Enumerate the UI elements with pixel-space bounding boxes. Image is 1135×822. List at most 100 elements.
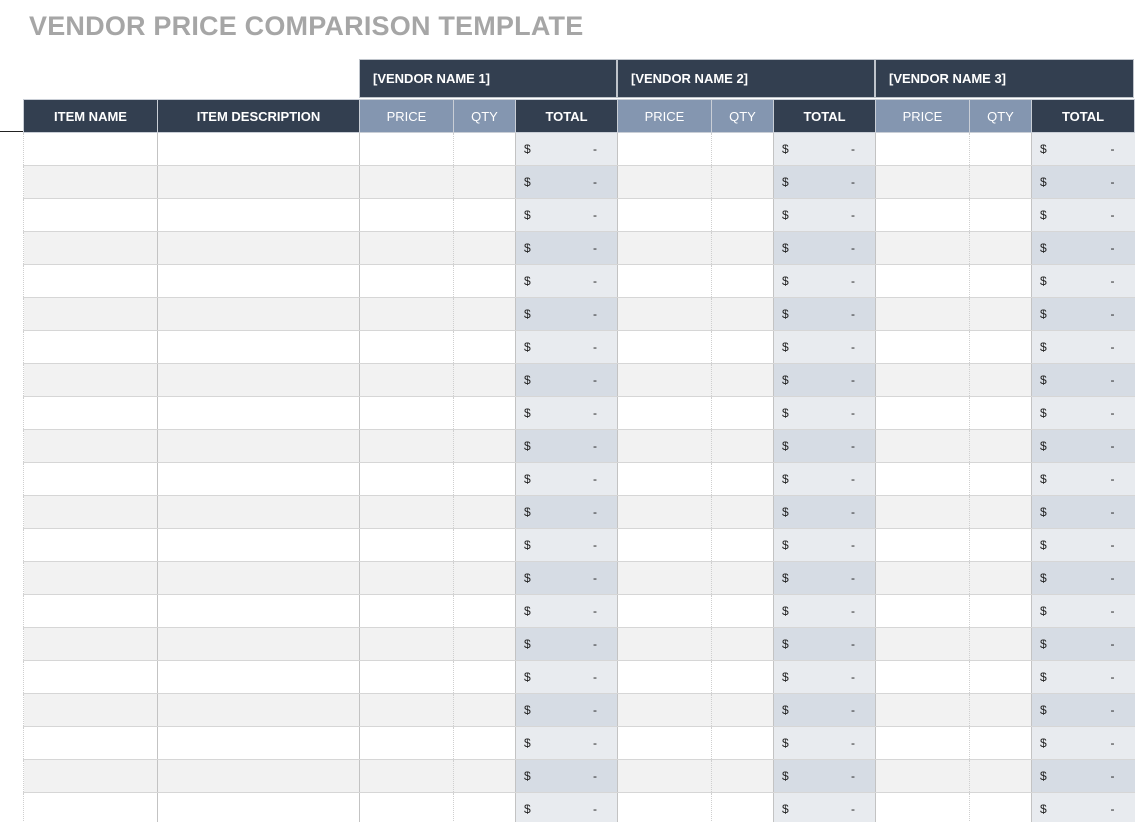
- vendor-3-price-cell[interactable]: [875, 627, 970, 661]
- vendor-1-total-cell[interactable]: $ -: [515, 495, 618, 529]
- vendor-1-price-cell[interactable]: [359, 231, 454, 265]
- item-name-cell[interactable]: [23, 495, 158, 529]
- vendor-2-qty-cell[interactable]: [711, 561, 774, 595]
- vendor-2-qty-cell[interactable]: [711, 759, 774, 793]
- vendor-1-qty-cell[interactable]: [453, 759, 516, 793]
- vendor-3-qty-cell[interactable]: [969, 462, 1032, 496]
- vendor-2-qty-cell[interactable]: [711, 627, 774, 661]
- vendor-1-qty-cell[interactable]: [453, 264, 516, 298]
- vendor-2-total-cell[interactable]: $ -: [773, 792, 876, 822]
- vendor-3-total-cell[interactable]: $ -: [1031, 231, 1135, 265]
- item-description-cell[interactable]: [157, 429, 360, 463]
- vendor-2-qty-cell[interactable]: [711, 528, 774, 562]
- vendor-3-total-cell[interactable]: $ -: [1031, 528, 1135, 562]
- vendor-2-total-cell[interactable]: $ -: [773, 726, 876, 760]
- vendor-3-qty-cell[interactable]: [969, 231, 1032, 265]
- vendor-1-qty-cell[interactable]: [453, 330, 516, 364]
- item-description-cell[interactable]: [157, 726, 360, 760]
- vendor-3-price-cell[interactable]: [875, 726, 970, 760]
- vendor-3-total-cell[interactable]: $ -: [1031, 165, 1135, 199]
- vendor-3-qty-cell[interactable]: [969, 792, 1032, 822]
- vendor-3-price-cell[interactable]: [875, 759, 970, 793]
- item-name-cell[interactable]: [23, 561, 158, 595]
- vendor-2-qty-cell[interactable]: [711, 297, 774, 331]
- vendor-2-price-cell[interactable]: [617, 594, 712, 628]
- vendor-2-price-header[interactable]: PRICE: [617, 99, 712, 133]
- item-name-cell[interactable]: [23, 462, 158, 496]
- vendor-3-price-cell[interactable]: [875, 132, 970, 166]
- vendor-2-total-cell[interactable]: $ -: [773, 264, 876, 298]
- vendor-2-total-cell[interactable]: $ -: [773, 297, 876, 331]
- vendor-1-price-cell[interactable]: [359, 429, 454, 463]
- vendor-3-total-cell[interactable]: $ -: [1031, 627, 1135, 661]
- vendor-2-qty-cell[interactable]: [711, 726, 774, 760]
- vendor-1-qty-cell[interactable]: [453, 561, 516, 595]
- vendor-1-qty-cell[interactable]: [453, 660, 516, 694]
- vendor-3-total-cell[interactable]: $ -: [1031, 396, 1135, 430]
- vendor-3-total-cell[interactable]: $ -: [1031, 363, 1135, 397]
- vendor-1-price-cell[interactable]: [359, 330, 454, 364]
- vendor-3-total-cell[interactable]: $ -: [1031, 462, 1135, 496]
- vendor-1-total-cell[interactable]: $ -: [515, 462, 618, 496]
- vendor-1-total-cell[interactable]: $ -: [515, 264, 618, 298]
- vendor-3-total-cell[interactable]: $ -: [1031, 495, 1135, 529]
- vendor-1-price-cell[interactable]: [359, 627, 454, 661]
- vendor-1-price-cell[interactable]: [359, 693, 454, 727]
- vendor-1-qty-cell[interactable]: [453, 198, 516, 232]
- item-name-cell[interactable]: [23, 231, 158, 265]
- vendor-1-price-cell[interactable]: [359, 297, 454, 331]
- vendor-1-total-cell[interactable]: $ -: [515, 726, 618, 760]
- vendor-3-price-cell[interactable]: [875, 396, 970, 430]
- vendor-1-header[interactable]: [VENDOR NAME 1]: [359, 59, 617, 98]
- vendor-3-price-cell[interactable]: [875, 495, 970, 529]
- item-description-cell[interactable]: [157, 198, 360, 232]
- vendor-3-total-header[interactable]: TOTAL: [1031, 99, 1135, 133]
- vendor-3-price-cell[interactable]: [875, 462, 970, 496]
- vendor-3-price-cell[interactable]: [875, 693, 970, 727]
- vendor-1-qty-cell[interactable]: [453, 495, 516, 529]
- vendor-2-qty-cell[interactable]: [711, 330, 774, 364]
- vendor-3-qty-cell[interactable]: [969, 759, 1032, 793]
- vendor-3-total-cell[interactable]: $ -: [1031, 594, 1135, 628]
- vendor-1-qty-cell[interactable]: [453, 429, 516, 463]
- item-name-cell[interactable]: [23, 132, 158, 166]
- vendor-2-total-cell[interactable]: $ -: [773, 594, 876, 628]
- vendor-3-price-cell[interactable]: [875, 528, 970, 562]
- item-name-cell[interactable]: [23, 429, 158, 463]
- vendor-1-qty-cell[interactable]: [453, 297, 516, 331]
- vendor-3-qty-cell[interactable]: [969, 726, 1032, 760]
- item-description-cell[interactable]: [157, 363, 360, 397]
- vendor-3-qty-cell[interactable]: [969, 165, 1032, 199]
- vendor-3-price-cell[interactable]: [875, 429, 970, 463]
- vendor-2-total-cell[interactable]: $ -: [773, 198, 876, 232]
- vendor-2-qty-cell[interactable]: [711, 462, 774, 496]
- vendor-2-price-cell[interactable]: [617, 396, 712, 430]
- vendor-3-qty-cell[interactable]: [969, 693, 1032, 727]
- vendor-1-total-cell[interactable]: $ -: [515, 693, 618, 727]
- vendor-2-total-cell[interactable]: $ -: [773, 561, 876, 595]
- vendor-3-total-cell[interactable]: $ -: [1031, 726, 1135, 760]
- vendor-2-qty-header[interactable]: QTY: [711, 99, 774, 133]
- vendor-2-total-cell[interactable]: $ -: [773, 330, 876, 364]
- vendor-1-total-cell[interactable]: $ -: [515, 660, 618, 694]
- vendor-2-total-cell[interactable]: $ -: [773, 165, 876, 199]
- item-name-cell[interactable]: [23, 165, 158, 199]
- vendor-3-qty-cell[interactable]: [969, 528, 1032, 562]
- vendor-3-price-cell[interactable]: [875, 660, 970, 694]
- vendor-2-price-cell[interactable]: [617, 297, 712, 331]
- vendor-2-price-cell[interactable]: [617, 330, 712, 364]
- vendor-2-qty-cell[interactable]: [711, 429, 774, 463]
- vendor-3-price-cell[interactable]: [875, 165, 970, 199]
- vendor-2-total-cell[interactable]: $ -: [773, 660, 876, 694]
- vendor-1-total-cell[interactable]: $ -: [515, 231, 618, 265]
- vendor-2-total-cell[interactable]: $ -: [773, 495, 876, 529]
- vendor-3-total-cell[interactable]: $ -: [1031, 264, 1135, 298]
- item-description-cell[interactable]: [157, 528, 360, 562]
- vendor-3-price-cell[interactable]: [875, 231, 970, 265]
- item-name-cell[interactable]: [23, 264, 158, 298]
- vendor-3-qty-cell[interactable]: [969, 363, 1032, 397]
- vendor-1-price-cell[interactable]: [359, 528, 454, 562]
- vendor-1-price-cell[interactable]: [359, 594, 454, 628]
- item-name-cell[interactable]: [23, 693, 158, 727]
- vendor-2-total-cell[interactable]: $ -: [773, 396, 876, 430]
